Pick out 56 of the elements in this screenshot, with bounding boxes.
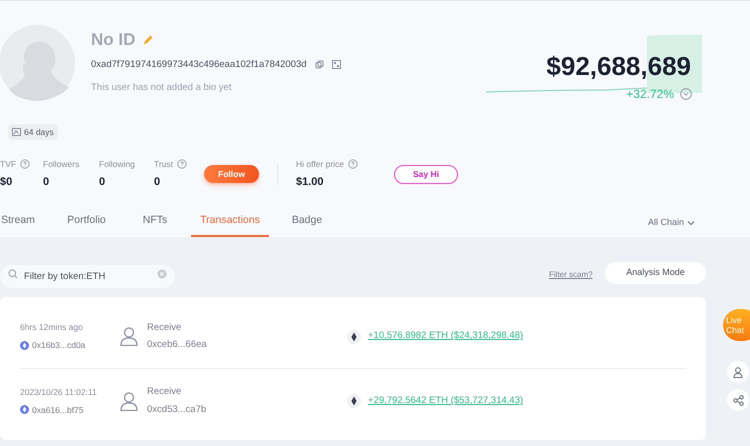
counterparty-address: 0xcd53...ca7b (147, 402, 208, 416)
copy-icon[interactable] (314, 60, 324, 70)
say-hi-button[interactable]: Say Hi (394, 164, 458, 184)
share-button[interactable] (727, 389, 749, 411)
bio-text: This user has not added a bio yet (91, 80, 232, 95)
stat-value: 0 (43, 174, 50, 190)
user-icon (120, 392, 138, 410)
wallet-address: 0xad7f791974169973443c496eaa102f1a7842003d (91, 58, 307, 72)
tab[interactable]: Stream (0, 213, 40, 237)
stat-value: $0 (0, 174, 14, 190)
counterparty-address: 0xceb6...66ea (147, 338, 208, 352)
tab[interactable]: Portfolio (58, 213, 115, 237)
transaction-hash: 0xa616...bf75 (32, 404, 84, 416)
stat-label: Following (99, 158, 135, 171)
stat-value: 0 (99, 174, 106, 190)
transaction-hash: 0x16b3...cd0a (32, 339, 86, 352)
user-icon (732, 366, 744, 378)
contact-button[interactable] (727, 361, 749, 383)
stat-label: TVF (0, 158, 16, 171)
chevron-down-icon[interactable] (680, 88, 692, 100)
hi-offer-label: Hi offer price (296, 158, 344, 171)
filter-scam-link[interactable]: Filter scam? (549, 269, 593, 281)
clear-icon[interactable] (157, 269, 167, 279)
profile-name: No ID (91, 29, 136, 51)
pencil-icon[interactable] (143, 34, 154, 45)
transaction-time: 2023/10/26 11:02:11 (20, 386, 98, 398)
net-worth-value: $92,688,689 (546, 50, 691, 83)
qr-code-icon[interactable] (332, 60, 341, 70)
share-icon (732, 394, 744, 406)
ethereum-icon (347, 394, 361, 408)
change-percent: +32.72% (626, 86, 674, 103)
ethereum-icon (347, 330, 361, 344)
live-chat-button[interactable]: Live Chat (723, 309, 750, 341)
stat-label: Followers (43, 158, 80, 171)
ethereum-chain-icon (20, 340, 29, 350)
analysis-mode-button[interactable]: Analysis Mode (605, 262, 706, 284)
stat-label: Trust (154, 158, 174, 171)
transaction-time: 6hrs 12mins ago (20, 321, 84, 334)
tab[interactable]: Transactions (191, 213, 269, 237)
account-age-badge: 64 days (8, 124, 58, 140)
tab[interactable]: Badge (287, 213, 327, 237)
user-icon (120, 327, 138, 346)
chain-dropdown[interactable]: All Chain (648, 216, 695, 230)
help-icon (348, 159, 358, 170)
transaction-type: Receive (147, 320, 182, 335)
stat-value: 0 (154, 174, 162, 190)
search-field[interactable]: Filter by token:ETH (0, 265, 175, 288)
chevron-down-icon (687, 220, 695, 226)
follow-button[interactable]: Follow (204, 165, 259, 184)
tab[interactable]: NFTs (137, 213, 173, 237)
hi-offer-value: $1.00 (296, 174, 325, 190)
ethereum-chain-icon (20, 405, 29, 414)
transaction-type: Receive (147, 385, 182, 400)
help-icon (177, 159, 188, 170)
help-icon (20, 159, 30, 170)
search-icon (8, 269, 18, 279)
